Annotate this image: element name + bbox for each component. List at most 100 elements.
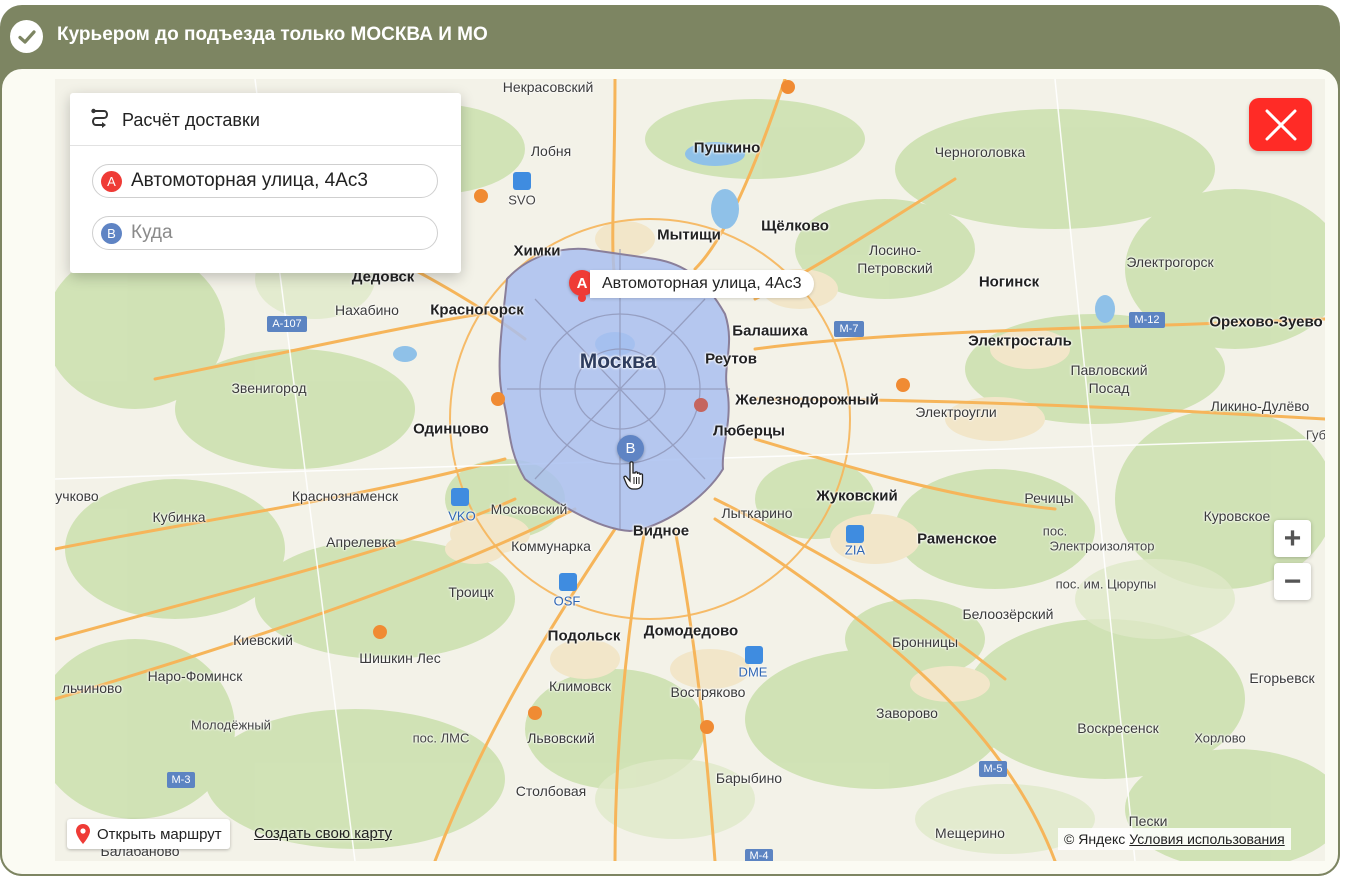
close-button[interactable] <box>1249 98 1312 151</box>
label-kievsky: Киевский <box>233 632 293 648</box>
route-from-input[interactable] <box>131 168 426 194</box>
zoom-in-button[interactable]: + <box>1274 520 1311 557</box>
label-likino: Ликино-Дулёво <box>1210 398 1310 414</box>
label-zia: ZIA <box>844 542 866 558</box>
label-gub: Губ <box>1305 427 1325 443</box>
hand-cursor-icon <box>623 461 644 490</box>
label-rechitsy: Речицы <box>1024 490 1074 506</box>
marker-a-badge: A <box>576 274 588 292</box>
label-noginsk: Ногинск <box>978 273 1040 291</box>
label-alchinovo: льчиново <box>61 680 123 696</box>
label-lyubertsy: Люберцы <box>713 422 785 440</box>
label-odintsovo: Одинцово <box>413 420 489 438</box>
label-krasnogorsk: Красногорск <box>430 301 524 319</box>
label-moskovsky: Московский <box>490 501 568 517</box>
label-beloozyorsky: Белоозёрский <box>962 606 1054 622</box>
label-lms: пос. ЛМС <box>412 730 470 746</box>
label-elektroizolyator: Электроизолятор <box>1049 538 1155 554</box>
marker-a-point <box>578 294 586 302</box>
label-naro: Наро-Фоминск <box>147 668 243 684</box>
route-icon <box>91 108 108 128</box>
route-from-field[interactable]: A <box>92 164 438 198</box>
badge-m3: М-3 <box>171 774 191 786</box>
label-lobnya: Лобня <box>530 143 572 159</box>
label-lvovsky: Львовский <box>527 730 595 746</box>
label-nekrasovsky: Некрасовский <box>502 79 594 95</box>
label-ramenskoe: Раменское <box>917 530 997 548</box>
label-khimki: Химки <box>513 242 561 260</box>
route-to-input[interactable] <box>131 220 426 246</box>
label-posad: Посад <box>1088 380 1130 396</box>
label-khorlovo: Хорлово <box>1194 730 1246 746</box>
label-shchyolkovo: Щёлково <box>761 217 829 235</box>
label-elektrougli: Электроугли <box>915 404 997 420</box>
badge-m4: М-4 <box>749 850 769 861</box>
label-zavorovo: Заворово <box>876 705 938 721</box>
label-shishkin: Шишкин Лес <box>359 650 441 666</box>
label-ruchkovo: учково <box>55 488 99 504</box>
label-zhukovsky: Жуковский <box>816 487 898 505</box>
label-reutov: Реутов <box>705 350 757 368</box>
create-map-link[interactable]: Создать свою карту <box>254 825 392 842</box>
label-domodedovo: Домодедово <box>643 622 739 640</box>
label-nakhabino: Нахабино <box>335 302 399 318</box>
badge-m5: М-5 <box>983 763 1003 775</box>
marker-b[interactable]: B <box>617 435 644 462</box>
label-kommunarka: Коммунарка <box>511 538 591 554</box>
open-route-button[interactable]: Открыть маршрут <box>67 819 230 849</box>
label-peski: Пески <box>1128 813 1168 829</box>
badge-m7: М-7 <box>839 323 859 335</box>
label-vostryakovo: Востряково <box>670 684 746 700</box>
panel-header: Курьером до подъезда только МОСКВА И МО <box>0 5 1340 67</box>
label-chernogolovka: Черноголовка <box>934 144 1026 160</box>
label-krasnoznamensk: Краснознаменск <box>291 488 399 504</box>
label-vko: VKO <box>448 508 476 524</box>
route-panel-header: Расчёт доставки <box>70 93 461 146</box>
label-moskva: Москва <box>579 350 657 373</box>
label-klimovsk: Климовск <box>549 678 611 694</box>
terms-link[interactable]: Условия использования <box>1129 831 1284 847</box>
label-losino: Лосино- <box>869 242 921 258</box>
label-molodyozhny: Молодёжный <box>191 717 271 733</box>
to-badge: B <box>101 223 122 244</box>
label-elektrostal: Электросталь <box>968 332 1072 350</box>
label-tsyurupy: пос. им. Цюрупы <box>1055 576 1157 592</box>
label-kurovskoe: Куровское <box>1203 508 1271 524</box>
label-elektrogorsk: Электрогорск <box>1126 254 1214 270</box>
label-barybino: Барыбино <box>715 770 783 786</box>
marker-a-label[interactable]: Автомоторная улица, 4Ас3 <box>590 270 814 298</box>
label-zheleznodorozhny: Железнодорожный <box>735 391 879 409</box>
route-to-field[interactable]: B <box>92 216 438 250</box>
copyright-text: © Яндекс <box>1064 831 1126 847</box>
label-troitsk: Троицк <box>448 584 494 600</box>
from-badge: A <box>101 171 122 192</box>
label-egorievsk: Егорьевск <box>1249 670 1315 686</box>
label-meshcherino: Мещерино <box>935 825 1005 841</box>
panel-title: Курьером до подъезда только МОСКВА И МО <box>57 24 488 45</box>
close-icon <box>1265 109 1296 140</box>
label-vidnoe: Видное <box>632 522 690 540</box>
label-pavlovsky: Павловский <box>1070 362 1148 378</box>
label-pushkino: Пушкино <box>693 139 761 157</box>
label-lytkarino: Лыткарино <box>721 505 793 521</box>
label-balashikha: Балашиха <box>732 322 808 340</box>
label-stolbovaya: Столбовая <box>515 783 587 799</box>
zoom-out-button[interactable]: − <box>1274 563 1311 600</box>
label-mytishchi: Мытищи <box>657 226 721 244</box>
check-circle-icon <box>10 20 43 53</box>
route-panel-title: Расчёт доставки <box>122 110 260 130</box>
label-aprelevka: Апрелевка <box>326 534 396 550</box>
location-pin-icon <box>76 824 90 844</box>
open-route-label: Открыть маршрут <box>97 825 222 843</box>
map-copyright: © Яндекс Условия использования <box>1058 828 1291 850</box>
label-osf: OSF <box>553 593 581 609</box>
label-kubinka: Кубинка <box>152 509 206 525</box>
label-zvenigorod: Звенигород <box>231 380 307 396</box>
marker-b-badge: B <box>625 440 636 457</box>
label-petrovsky: Петровский <box>857 260 933 276</box>
badge-m12: М-12 <box>1134 314 1160 326</box>
badge-a107: А-107 <box>272 318 302 330</box>
route-panel: Расчёт доставки A B <box>70 93 461 273</box>
label-svo: SVO <box>508 192 536 208</box>
label-voskresensk: Воскресенск <box>1077 720 1159 736</box>
